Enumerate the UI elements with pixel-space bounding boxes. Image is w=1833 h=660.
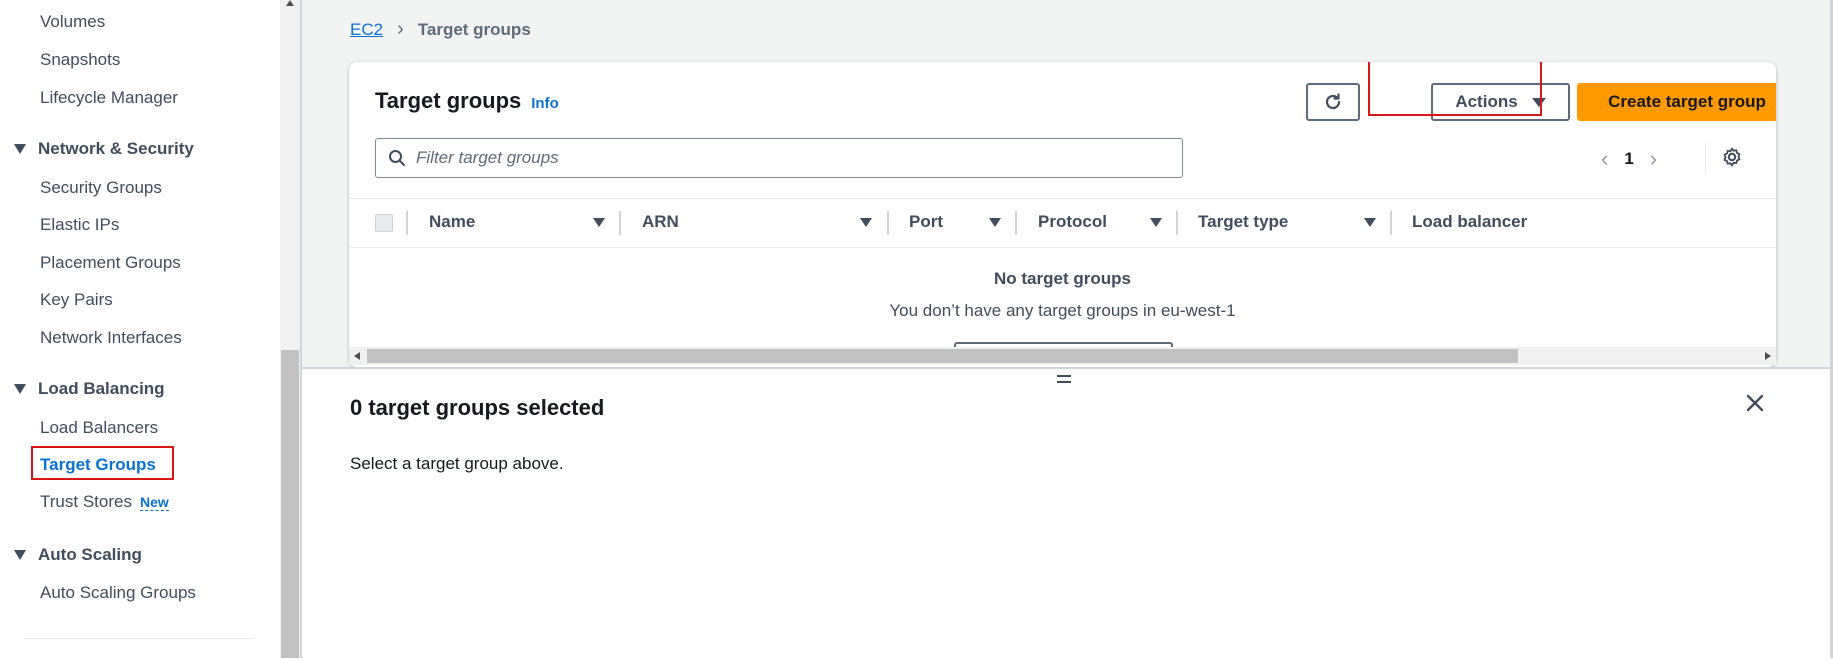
divider [619, 211, 621, 235]
divider [24, 638, 254, 639]
column-target-type[interactable]: Target type [1198, 212, 1288, 232]
main-content: EC2 › Target groups Target groups Info A… [302, 0, 1833, 660]
collapse-triangle-icon [14, 384, 26, 394]
sidebar-item-trust-stores[interactable]: Trust Stores New [40, 492, 169, 512]
sort-icon[interactable] [1364, 218, 1376, 227]
section-title: Auto Scaling [38, 545, 142, 564]
chevron-right-icon[interactable]: › [1650, 146, 1657, 172]
scroll-left-arrow-icon[interactable] [354, 352, 360, 360]
column-arn[interactable]: ARN [642, 212, 679, 232]
empty-state-title: No target groups [994, 269, 1131, 288]
page-title: Target groups Info [375, 88, 559, 114]
table-header: Name ARN Port Protocol Target type Load … [349, 198, 1776, 248]
close-icon[interactable] [1745, 393, 1765, 413]
target-groups-table-panel: Target groups Info Actions Create target… [349, 62, 1776, 367]
sidebar-item-snapshots[interactable]: Snapshots [40, 50, 120, 70]
drag-handle-icon[interactable] [1057, 375, 1071, 387]
split-panel-description: Select a target group above. [350, 454, 564, 473]
sidebar-item-security-groups[interactable]: Security Groups [40, 178, 162, 198]
column-name[interactable]: Name [429, 212, 475, 232]
sidebar-item-target-groups[interactable]: Target Groups [40, 455, 156, 475]
panel-title-text: Target groups [375, 88, 522, 113]
collapse-triangle-icon [14, 144, 26, 154]
highlight-box [1368, 62, 1542, 116]
column-port[interactable]: Port [909, 212, 943, 232]
sidebar-item-volumes[interactable]: Volumes [40, 12, 105, 32]
scroll-up-arrow-icon[interactable] [286, 0, 294, 6]
chevron-left-icon[interactable]: ‹ [1601, 146, 1608, 172]
section-title: Network & Security [38, 139, 194, 158]
filter-placeholder: Filter target groups [416, 148, 559, 167]
gear-icon[interactable] [1721, 146, 1743, 168]
filter-input[interactable]: Filter target groups [375, 138, 1183, 178]
breadcrumb: EC2 › Target groups [350, 18, 531, 41]
select-all-checkbox[interactable] [375, 214, 393, 232]
sort-icon[interactable] [989, 218, 1001, 227]
sidebar-item-network-interfaces[interactable]: Network Interfaces [40, 328, 182, 348]
sidebar-scrollbar-thumb[interactable] [281, 350, 299, 658]
collapse-triangle-icon [14, 550, 26, 560]
sort-icon[interactable] [1150, 218, 1162, 227]
column-protocol[interactable]: Protocol [1038, 212, 1107, 232]
breadcrumb-ec2-link[interactable]: EC2 [350, 20, 383, 40]
sidebar-item-load-balancers[interactable]: Load Balancers [40, 418, 158, 438]
pagination: ‹ 1 › [1601, 146, 1657, 172]
scroll-right-arrow-icon[interactable] [1765, 352, 1771, 360]
sidebar-item-elastic-ips[interactable]: Elastic IPs [40, 215, 119, 235]
horizontal-scrollbar[interactable] [349, 347, 1776, 365]
section-load-balancing[interactable]: Load Balancing [14, 379, 165, 399]
split-panel-title: 0 target groups selected [350, 395, 605, 420]
empty-state-description: You don’t have any target groups in eu-w… [889, 301, 1236, 320]
sidebar-item-placement-groups[interactable]: Placement Groups [40, 253, 181, 273]
search-icon [389, 150, 405, 166]
sidebar-item-lifecycle-manager[interactable]: Lifecycle Manager [40, 88, 178, 108]
divider [1015, 211, 1017, 235]
column-load-balancer[interactable]: Load balancer [1412, 212, 1527, 232]
divider [1705, 142, 1706, 174]
divider [406, 211, 408, 235]
sidebar-item-auto-scaling-groups[interactable]: Auto Scaling Groups [40, 583, 196, 603]
divider [1390, 211, 1392, 235]
sidebar: Volumes Snapshots Lifecycle Manager Netw… [0, 0, 280, 658]
info-link[interactable]: Info [531, 95, 559, 112]
horizontal-scrollbar-thumb[interactable] [367, 349, 1518, 363]
sort-icon[interactable] [593, 218, 605, 227]
sidebar-item-key-pairs[interactable]: Key Pairs [40, 290, 113, 310]
section-network-security[interactable]: Network & Security [14, 139, 194, 159]
section-title: Load Balancing [38, 379, 165, 398]
chevron-right-icon: › [397, 18, 404, 40]
refresh-icon [1325, 93, 1341, 110]
split-panel: 0 target groups selected Select a target… [302, 367, 1833, 660]
refresh-button[interactable] [1306, 83, 1360, 121]
page-number[interactable]: 1 [1624, 149, 1633, 169]
new-badge: New [139, 494, 169, 511]
breadcrumb-current: Target groups [417, 19, 531, 39]
divider [1176, 211, 1178, 235]
divider [887, 211, 889, 235]
sidebar-item-label: Trust Stores [40, 492, 132, 511]
create-target-group-button[interactable]: Create target group [1577, 83, 1776, 121]
section-auto-scaling[interactable]: Auto Scaling [14, 545, 142, 565]
sort-icon[interactable] [860, 218, 872, 227]
